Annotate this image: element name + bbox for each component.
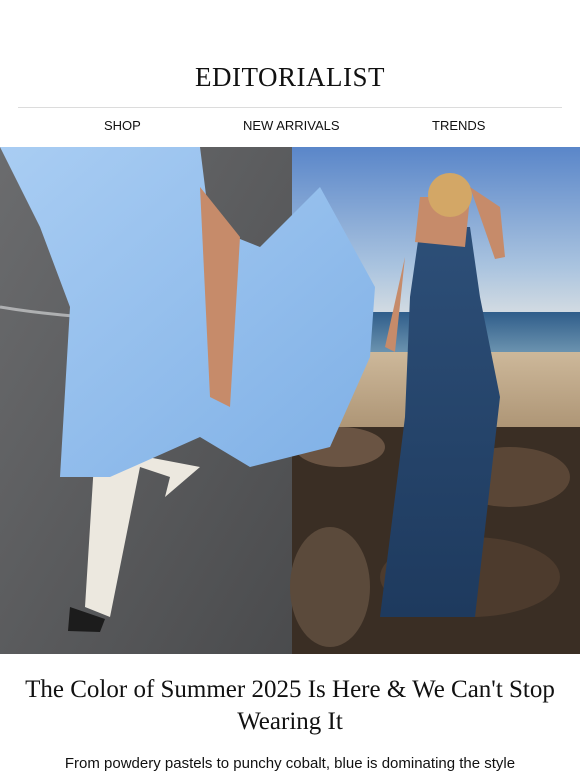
main-nav: SHOP NEW ARRIVALS TRENDS	[0, 118, 580, 140]
article-headline[interactable]: The Color of Summer 2025 Is Here & We Ca…	[20, 674, 560, 738]
email-header: EDITORIALIST	[0, 0, 580, 108]
hero-image[interactable]	[0, 147, 580, 654]
nav-trends[interactable]: TRENDS	[432, 118, 485, 133]
nav-shop[interactable]: SHOP	[104, 118, 141, 133]
header-divider	[18, 107, 562, 108]
logo-text: EDITORIALIST	[195, 62, 385, 92]
editorialist-logo[interactable]: EDITORIALIST	[0, 60, 580, 94]
article-dek: From powdery pastels to punchy cobalt, b…	[64, 755, 516, 772]
nav-new-arrivals[interactable]: NEW ARRIVALS	[243, 118, 340, 133]
hero-illustration	[0, 147, 580, 654]
